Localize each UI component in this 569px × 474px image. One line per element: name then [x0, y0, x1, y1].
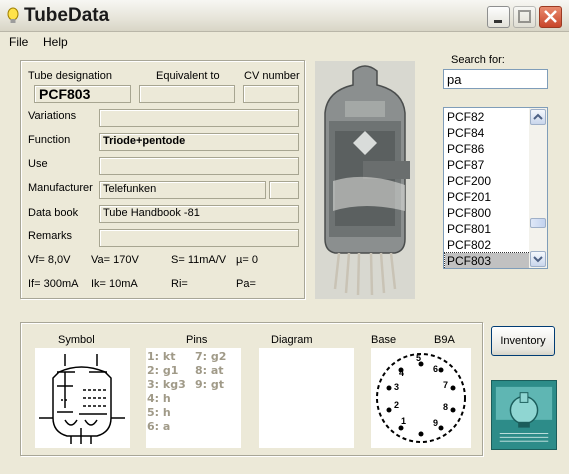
use-label: Use: [28, 158, 48, 170]
pin-entry: 9: gt: [195, 378, 225, 391]
remarks-field[interactable]: [99, 229, 299, 247]
pin-entry: 7: g2: [195, 350, 227, 363]
list-item[interactable]: PCF82: [445, 109, 530, 125]
close-icon: [544, 10, 557, 23]
base-pin-number: 1: [401, 416, 406, 426]
pin-entry: 1: kt: [147, 350, 176, 363]
list-item[interactable]: PCF86: [445, 141, 530, 157]
list-item[interactable]: PCF200: [445, 173, 530, 189]
manufacturer-label: Manufacturer: [28, 182, 93, 194]
tube-symbol-icon: [39, 354, 125, 444]
scroll-down-button[interactable]: [530, 251, 546, 267]
scroll-up-icon: [533, 113, 543, 120]
pins-panel: 1: kt 2: g1 3: kg3 4: h 5: h 6: a 7: g2 …: [146, 348, 241, 448]
base-pin-number: 7: [443, 380, 448, 390]
pin-entry: 8: at: [195, 364, 224, 377]
spec-vf: Vf= 8,0V: [28, 254, 71, 266]
maximize-icon: [518, 10, 531, 23]
pin-entry: 4: h: [147, 392, 171, 405]
close-button[interactable]: [539, 6, 562, 28]
maximize-button[interactable]: [513, 6, 536, 28]
variations-label: Variations: [28, 110, 77, 122]
base-pin-number: 8: [443, 402, 448, 412]
pin-entry: 5: h: [147, 406, 171, 419]
pins-label: Pins: [186, 334, 208, 346]
variations-field[interactable]: [99, 109, 299, 127]
data-book-field[interactable]: Tube Handbook -81: [99, 205, 299, 223]
use-field[interactable]: [99, 157, 299, 175]
spec-if: If= 300mA: [28, 278, 79, 290]
list-item[interactable]: PCF84: [445, 125, 530, 141]
search-input[interactable]: [443, 69, 548, 89]
base-pin-number: 4: [399, 368, 404, 378]
remarks-label: Remarks: [28, 230, 73, 242]
symbol-label: Symbol: [58, 334, 95, 346]
base-pin-number: 5: [416, 353, 421, 363]
scroll-down-icon: [533, 256, 543, 263]
list-item[interactable]: PCF801: [445, 221, 530, 237]
list-item-selected[interactable]: PCF803: [444, 252, 531, 268]
tube-designation-field[interactable]: PCF803: [34, 85, 131, 103]
list-scrollbar[interactable]: [529, 108, 547, 268]
menu-help[interactable]: Help: [43, 35, 68, 49]
tube-designation-label: Tube designation: [28, 70, 112, 82]
spec-ri: Ri=: [171, 278, 188, 290]
base-pin-number: 6: [433, 364, 438, 374]
cv-number-label: CV number: [244, 70, 300, 82]
base-pin-number: 9: [433, 418, 438, 428]
function-field[interactable]: Triode+pentode: [99, 133, 299, 151]
list-item[interactable]: PCF802: [445, 237, 530, 253]
base-pin-number: 3: [394, 382, 399, 392]
base-panel: 5 6 7 8 9 1 2 3 4: [371, 348, 471, 448]
spec-s: S= 11mA/V: [171, 254, 227, 266]
spec-va: Va= 170V: [91, 254, 139, 266]
cv-number-field[interactable]: [243, 85, 299, 103]
scroll-up-button[interactable]: [530, 109, 546, 125]
base-pin-number: 2: [394, 400, 399, 410]
base-pinout-icon: 5 6 7 8 9 1 2 3 4: [376, 353, 466, 443]
spec-pa: Pa=: [236, 278, 256, 290]
manufacturer-field[interactable]: Telefunken: [99, 181, 266, 199]
pin-entry: 2: g1: [147, 364, 179, 377]
scroll-thumb[interactable]: [530, 218, 546, 228]
minimize-icon: [494, 20, 502, 23]
pin-entry: 6: a: [147, 420, 171, 433]
base-label: Base: [371, 334, 397, 346]
pin-entry: 3: kg3: [147, 378, 186, 391]
data-book-label: Data book: [28, 207, 79, 219]
list-item[interactable]: PCF800: [445, 205, 530, 221]
list-item[interactable]: PCF201: [445, 189, 530, 205]
spec-ik: Ik= 10mA: [91, 278, 138, 290]
menu-bar: File Help: [0, 32, 569, 52]
spec-mu: µ= 0: [236, 254, 258, 266]
function-label: Function: [28, 134, 71, 146]
lightbulb-icon: [7, 7, 19, 23]
diagram-panel: [259, 348, 354, 448]
tube-logo-icon: [491, 380, 557, 450]
window-title: TubeData: [24, 5, 110, 26]
symbol-panel: [35, 348, 130, 448]
equivalent-to-field[interactable]: [139, 85, 235, 103]
list-item[interactable]: PCF87: [445, 157, 530, 173]
inventory-button[interactable]: Inventory: [491, 326, 555, 356]
equivalent-to-label: Equivalent to: [156, 70, 220, 82]
base-type-label: B9A: [434, 334, 455, 346]
tube-photo: [315, 61, 415, 299]
minimize-button[interactable]: [487, 6, 510, 28]
title-bar: TubeData: [0, 0, 569, 32]
menu-file[interactable]: File: [9, 35, 28, 49]
tube-list[interactable]: PCF82 PCF84 PCF86 PCF87 PCF200 PCF201 PC…: [443, 107, 548, 269]
diagram-label: Diagram: [271, 334, 313, 346]
manufacturer-extra-field[interactable]: [269, 181, 299, 199]
search-label: Search for:: [451, 54, 505, 66]
